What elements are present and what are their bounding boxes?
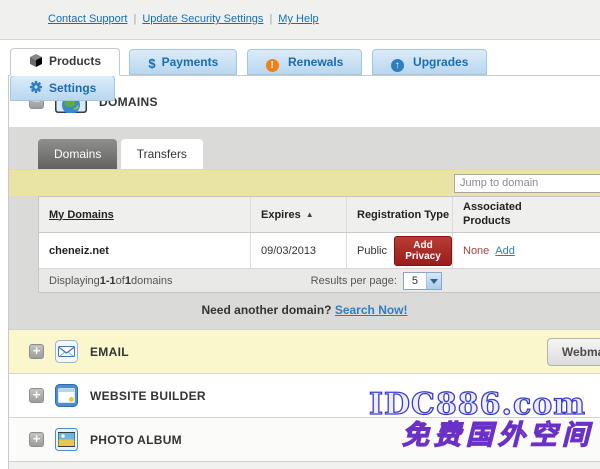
tab-products[interactable]: Products [10, 48, 120, 76]
cell-domain: cheneiz.net [39, 233, 251, 268]
tab-label: Transfers [137, 147, 187, 161]
select-value: 5 [404, 275, 426, 287]
header-registration-type: Registration Type [347, 197, 453, 232]
photo-album-section-title: PHOTO ALBUM [90, 433, 182, 447]
update-security-settings-link[interactable]: Update Security Settings [142, 13, 263, 25]
domain-name[interactable]: cheneiz.net [49, 245, 109, 257]
cell-expires: 09/03/2013 [251, 233, 347, 268]
contact-support-link[interactable]: Contact Support [48, 13, 128, 25]
displaying-range: 1-1 [100, 275, 116, 287]
add-privacy-button[interactable]: Add Privacy [394, 236, 452, 266]
add-product-link[interactable]: Add [495, 245, 515, 257]
email-icon [55, 340, 78, 363]
sort-asc-icon: ▲ [306, 210, 314, 219]
tab-label: Domains [54, 147, 101, 161]
results-per-page-select[interactable]: 5 [403, 272, 442, 290]
search-now-link[interactable]: Search Now! [335, 303, 408, 317]
section-email: EMAIL Webmail Login [9, 329, 600, 373]
results-per-page: Results per page: 5 [311, 272, 442, 290]
photo-album-icon [55, 428, 78, 451]
topbar: Contact Support Update Security Settings M… [0, 0, 600, 40]
table-header-row: My Domains Expires ▲ Registration Type A… [39, 197, 600, 233]
domains-panel: Domains Transfers My Domains Expires ▲ R… [9, 127, 600, 329]
domains-table: My Domains Expires ▲ Registration Type A… [38, 196, 600, 293]
header-associated-products: Associated Products [453, 197, 600, 232]
cell-associated-products: None Add [453, 233, 600, 268]
registration-type: Public [357, 245, 387, 257]
alert-icon [266, 59, 279, 72]
main-tab-bar: Products Payments Renewals Upgrades Sett… [0, 40, 600, 75]
expand-icon[interactable] [29, 388, 44, 403]
website-builder-section-title: WEBSITE BUILDER [90, 389, 206, 403]
website-builder-icon [55, 384, 78, 407]
chevron-down-icon [426, 273, 441, 289]
jump-bar [9, 169, 600, 196]
header-label: Registration Type [357, 209, 449, 221]
expires-date: 09/03/2013 [261, 245, 316, 257]
dollar-icon [148, 52, 155, 76]
section-website-builder: WEBSITE BUILDER [9, 373, 600, 417]
domain-promo: Need another domain? Search Now! [9, 293, 600, 329]
displaying-text: Displaying [49, 275, 100, 287]
tab-upgrades[interactable]: Upgrades [372, 49, 488, 75]
tab-label: Renewals [288, 55, 343, 69]
webmail-login-button[interactable]: Webmail Login [547, 338, 600, 366]
header-label: Expires [261, 209, 301, 221]
content-panel: DOMAINS Domains Transfers My Domains Exp… [8, 75, 600, 469]
email-section-title: EMAIL [90, 345, 129, 359]
section-photo-album: PHOTO ALBUM [9, 417, 600, 461]
header-my-domains: My Domains [39, 197, 251, 232]
tab-settings[interactable]: Settings [10, 75, 115, 101]
tab-label: Settings [49, 81, 96, 95]
expand-icon[interactable] [29, 344, 44, 359]
header-expires[interactable]: Expires ▲ [251, 197, 347, 232]
separator [269, 13, 272, 25]
tab-renewals[interactable]: Renewals [247, 49, 363, 75]
tab-label: Upgrades [413, 55, 468, 69]
separator [134, 13, 137, 25]
tab-domains[interactable]: Domains [38, 139, 117, 169]
domains-inner-tabs: Domains Transfers [9, 127, 600, 169]
displaying-of: of [116, 275, 125, 287]
table-row: cheneiz.net 09/03/2013 Public Add Privac… [39, 233, 600, 268]
promo-question: Need another domain? [201, 303, 331, 317]
tab-transfers[interactable]: Transfers [121, 139, 203, 169]
bottom-spacer [9, 461, 600, 469]
package-icon [29, 51, 43, 75]
tab-payments[interactable]: Payments [129, 49, 237, 75]
sort-my-domains-link[interactable]: My Domains [49, 209, 114, 221]
my-help-link[interactable]: My Help [278, 13, 318, 25]
results-per-page-label: Results per page: [311, 275, 397, 287]
header-label: Associated Products [463, 201, 535, 229]
table-footer: Displaying 1-1 of 1 domains Results per … [39, 268, 600, 292]
upgrade-icon [391, 59, 404, 72]
associated-products-value: None [463, 245, 489, 257]
gear-icon [29, 78, 43, 102]
tab-label: Products [49, 54, 101, 68]
cell-registration-type: Public Add Privacy [347, 233, 453, 268]
displaying-suffix: domains [131, 275, 173, 287]
jump-to-domain-input[interactable] [454, 174, 600, 193]
tab-label: Payments [162, 55, 219, 69]
expand-icon[interactable] [29, 432, 44, 447]
